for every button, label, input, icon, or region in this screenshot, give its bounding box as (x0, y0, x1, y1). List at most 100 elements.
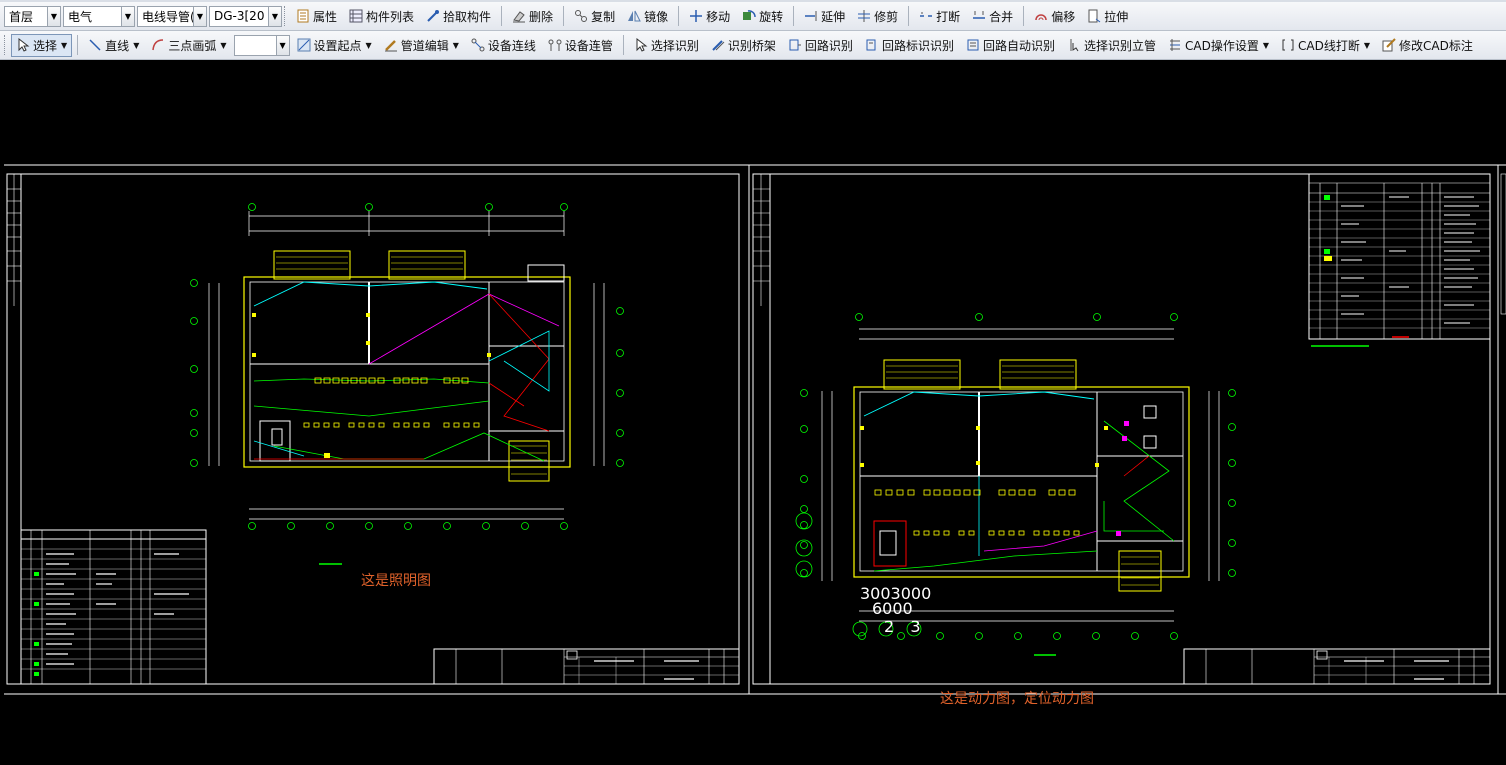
discipline-select[interactable]: 电气 ▼ (63, 5, 135, 27)
arc-label: 三点画弧 (168, 38, 217, 53)
device-pipe-label: 设备连管 (564, 38, 613, 53)
device-connect-button[interactable]: 设备连线 (466, 34, 541, 57)
trim-icon (857, 9, 871, 23)
lighting-sheet (6, 173, 740, 685)
chevron-down-icon: ▼ (452, 40, 459, 50)
component-select[interactable]: DG-3[20 ▼ (209, 5, 282, 27)
power-sheet (752, 173, 1506, 685)
offset-button[interactable]: 偏移 (1029, 5, 1080, 28)
circuit-identify-button[interactable]: 回路识别 (783, 34, 858, 57)
start-point-icon (297, 38, 311, 52)
toolbar-separator (908, 6, 910, 26)
circuit-auto-identify-button[interactable]: 回路自动识别 (961, 34, 1060, 57)
set-start-button[interactable]: 设置起点 ▼ (292, 34, 377, 57)
riser-icon (1067, 38, 1081, 52)
modify-cad-label-button[interactable]: 修改CAD标注 (1377, 34, 1478, 57)
circuit-identify-label: 回路识别 (804, 38, 853, 53)
pick-component-button[interactable]: 拾取构件 (421, 5, 496, 28)
line-icon (88, 38, 102, 52)
select-identify-icon (634, 38, 648, 52)
break-button[interactable]: 打断 (914, 5, 965, 28)
copy-button[interactable]: 复制 (569, 5, 620, 28)
set-start-label: 设置起点 (313, 38, 362, 53)
properties-icon (296, 9, 310, 23)
component-list-button[interactable]: 构件列表 (344, 5, 419, 28)
chevron-down-icon: ▼ (1262, 40, 1269, 50)
line-style-select[interactable]: ▼ (233, 34, 290, 56)
rotate-button[interactable]: 旋转 (737, 5, 788, 28)
pipe-edit-button[interactable]: 管道编辑 ▼ (379, 34, 464, 57)
chevron-down-icon: ▼ (365, 40, 372, 50)
toolbar-main: 首层 ▼ 电气 ▼ 电线导管(▼ DG-3[20 ▼ 属性 构件列表 拾取构件 删除 … (0, 2, 1506, 31)
merge-label: 合并 (989, 9, 1014, 24)
mirror-button[interactable]: 镜像 (622, 5, 673, 28)
stretch-icon (1087, 9, 1101, 23)
chevron-down-icon: ▼ (220, 40, 227, 50)
stretch-label: 拉伸 (1104, 9, 1129, 24)
identify-tray-label: 识别桥架 (727, 38, 776, 53)
cad-break-label: CAD线打断 (1297, 38, 1360, 53)
circuit-label-identify-label: 回路标识识别 (881, 38, 954, 53)
modify-cad-label-label: 修改CAD标注 (1398, 38, 1473, 53)
delete-button[interactable]: 删除 (507, 5, 558, 28)
cad-break-button[interactable]: CAD线打断 ▼ (1276, 34, 1375, 57)
toolbar-separator (77, 35, 79, 55)
chevron-down-icon: ▼ (268, 6, 281, 26)
cad-settings-label: CAD操作设置 (1184, 38, 1259, 53)
cad-settings-button[interactable]: CAD操作设置 ▼ (1163, 34, 1274, 57)
toolbar-grip (4, 35, 7, 55)
cursor-icon (16, 38, 30, 52)
toolbar-grip (284, 6, 287, 26)
extend-label: 延伸 (821, 9, 846, 24)
select-button[interactable]: 选择 ▼ (11, 33, 73, 57)
properties-button[interactable]: 属性 (291, 5, 342, 28)
circuit-icon (788, 38, 802, 52)
chevron-down-icon: ▼ (61, 40, 68, 50)
dimension-lines-top (248, 211, 565, 236)
trim-button[interactable]: 修剪 (852, 5, 903, 28)
power-title-block (1183, 648, 1491, 685)
pipe-edit-label: 管道编辑 (400, 38, 449, 53)
stretch-button[interactable]: 拉伸 (1082, 5, 1133, 28)
arc-button[interactable]: 三点画弧 ▼ (146, 34, 231, 57)
component-type-select[interactable]: 电线导管(▼ (137, 5, 207, 27)
mirror-icon (627, 9, 641, 23)
modify-label-icon (1382, 38, 1396, 52)
cad-drawing[interactable] (4, 61, 1506, 765)
component-type-value: 电线导管( (142, 9, 195, 24)
floor-select[interactable]: 首层 ▼ (4, 5, 61, 27)
cad-canvas[interactable]: 这是照明图 这是动力图，定位动力图 3003000 6000 2 3 (4, 61, 1506, 765)
copy-label: 复制 (591, 9, 616, 24)
chevron-down-icon: ▼ (193, 6, 206, 26)
toolbar-separator (501, 6, 503, 26)
line-button[interactable]: 直线 ▼ (83, 34, 144, 57)
circuit-auto-identify-label: 回路自动识别 (982, 38, 1055, 53)
power-note: 这是动力图，定位动力图 (940, 691, 1094, 707)
arc-icon (151, 38, 165, 52)
pencil-icon (384, 38, 398, 52)
circuit-label-identify-button[interactable]: 回路标识识别 (860, 34, 959, 57)
merge-button[interactable]: 合并 (967, 5, 1018, 28)
cad-settings-icon (1168, 38, 1182, 52)
identify-tray-button[interactable]: 识别桥架 (706, 34, 781, 57)
trim-label: 修剪 (874, 9, 899, 24)
select-identify-button[interactable]: 选择识别 (629, 34, 704, 57)
axis-bubbles-top (248, 203, 568, 211)
break-icon (919, 9, 933, 23)
move-icon (689, 9, 703, 23)
toolbar-separator (622, 35, 624, 55)
line-label: 直线 (105, 38, 130, 53)
device-connect-label: 设备连线 (487, 38, 536, 53)
rotate-icon (742, 9, 756, 23)
bracket-icon (1281, 38, 1295, 52)
toolbar-separator (793, 6, 795, 26)
far-right-margin (1500, 173, 1506, 315)
device-pipe-button[interactable]: 设备连管 (543, 34, 618, 57)
extend-button[interactable]: 延伸 (799, 5, 850, 28)
select-identify-riser-button[interactable]: 选择识别立管 (1062, 34, 1161, 57)
device-pipe-icon (548, 38, 562, 52)
merge-icon (972, 9, 986, 23)
move-button[interactable]: 移动 (684, 5, 735, 28)
lighting-plan (190, 250, 624, 565)
toolbar-separator (563, 6, 565, 26)
